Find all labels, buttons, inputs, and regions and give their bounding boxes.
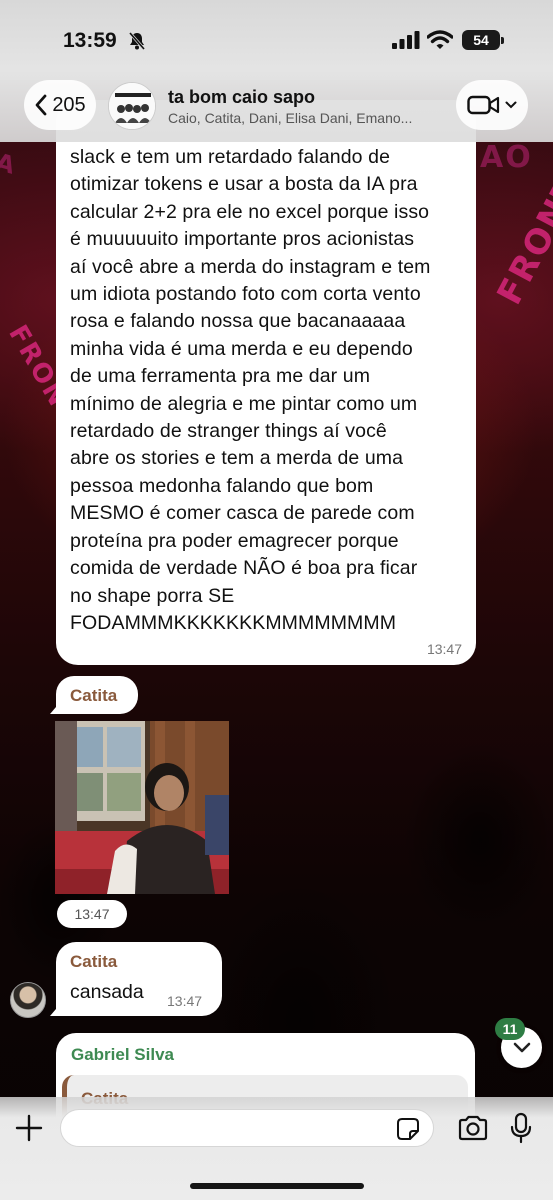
message-input[interactable] — [60, 1109, 434, 1147]
signal-icon — [392, 31, 420, 49]
plus-icon[interactable] — [14, 1113, 44, 1143]
chevron-down-icon — [513, 1042, 530, 1052]
bell-off-icon — [128, 32, 146, 50]
sender-name: Catita — [70, 952, 118, 971]
home-indicator[interactable] — [190, 1183, 364, 1189]
photo-time: 13:47 — [57, 900, 127, 928]
sender-name: Gabriel Silva — [71, 1045, 174, 1064]
video-camera-icon — [467, 95, 500, 115]
message-bubble-long[interactable]: slack e tem um retardado falando de otim… — [56, 100, 476, 665]
back-unread-count: 205 — [52, 93, 86, 116]
message-time: 13:47 — [167, 993, 203, 1009]
message-composer — [0, 1097, 553, 1200]
wallpaper-decoration: A — [0, 147, 20, 181]
microphone-icon[interactable] — [509, 1112, 533, 1144]
wallpaper-decoration: FRONT — [489, 168, 553, 312]
status-bar: 13:59 54 — [0, 0, 553, 80]
wifi-icon — [427, 30, 453, 49]
chat-header: 205 ta bom caio sapo Caio, Catita, Dani,… — [0, 72, 553, 142]
chevron-down-icon — [505, 101, 517, 109]
group-avatar[interactable] — [108, 82, 156, 130]
wallpaper-decoration: AO — [480, 140, 533, 175]
sender-name: Catita — [70, 686, 118, 705]
message-text: slack e tem um retardado falando de otim… — [70, 146, 431, 634]
chevron-left-icon — [35, 94, 47, 116]
battery-indicator: 54 — [462, 30, 504, 50]
sender-avatar[interactable] — [10, 982, 46, 1018]
back-button[interactable]: 205 — [24, 80, 96, 130]
video-call-button[interactable] — [456, 80, 528, 130]
unread-count-badge: 11 — [495, 1018, 525, 1040]
group-title[interactable]: ta bom caio sapo — [168, 87, 315, 108]
message-text: cansada — [70, 981, 144, 1003]
group-avatar-image — [109, 83, 155, 129]
photo-image — [55, 721, 229, 894]
message-time: 13:47 — [426, 641, 462, 657]
group-members[interactable]: Caio, Catita, Dani, Elisa Dani, Emano... — [168, 110, 443, 126]
sticker-icon[interactable] — [396, 1117, 420, 1141]
camera-icon[interactable] — [457, 1114, 489, 1142]
status-time: 13:59 — [63, 29, 117, 52]
photo-message[interactable] — [55, 721, 229, 894]
photo-sender-bubble[interactable]: Catita — [50, 676, 138, 714]
message-bubble-cansada[interactable]: Catita cansada 13:47 — [50, 942, 222, 1016]
